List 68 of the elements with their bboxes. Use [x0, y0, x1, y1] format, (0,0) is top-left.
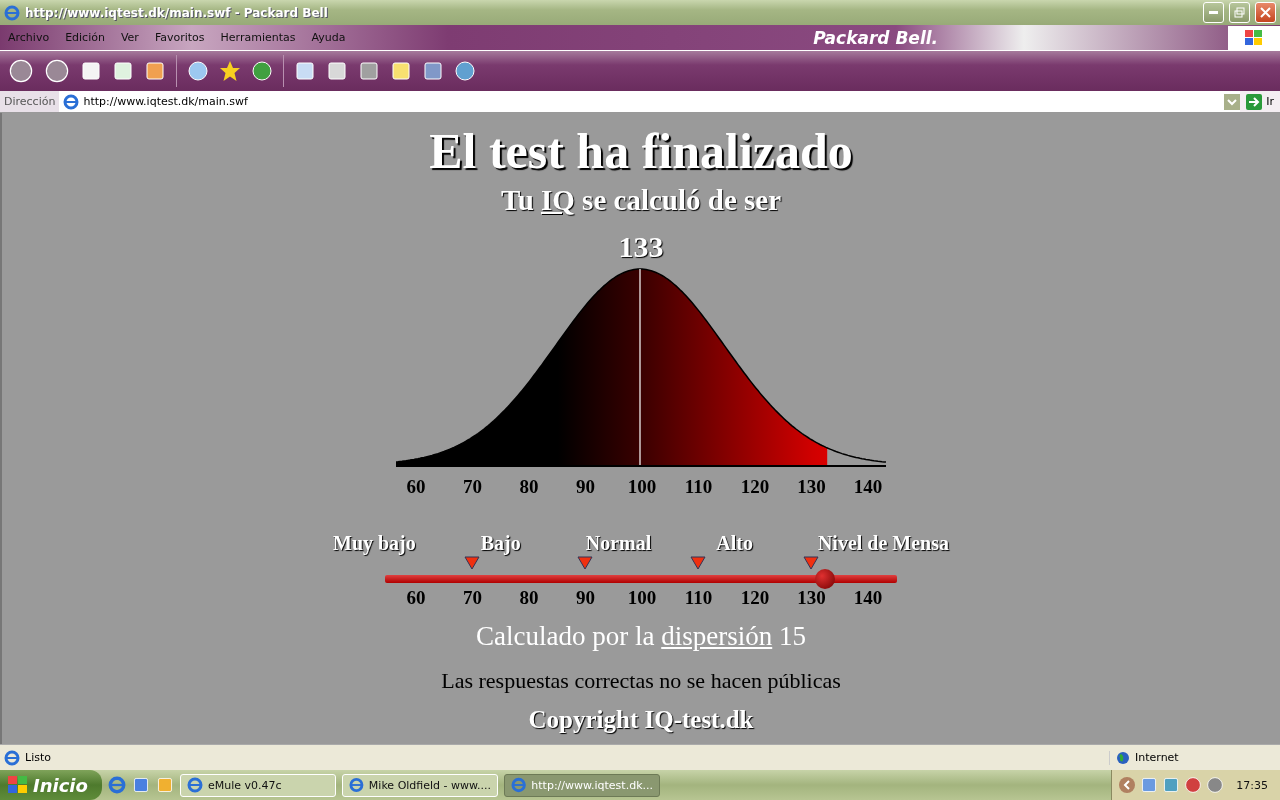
axis-tick-label: 120	[740, 476, 770, 498]
axis-tick-label: 90	[576, 587, 595, 609]
app-icon	[511, 777, 527, 793]
category-label: Normal	[585, 532, 652, 555]
zone-text: Internet	[1135, 751, 1179, 764]
address-field[interactable]: http://www.iqtest.dk/main.swf	[59, 91, 1225, 112]
taskbar-button[interactable]: http://www.iqtest.dk...	[504, 773, 660, 797]
category-label: Bajo	[480, 532, 521, 555]
category-label: Nivel de Mensa	[817, 532, 949, 555]
dispersion-text: Calculado por la dispersión 15	[476, 621, 806, 652]
category-label: Alto	[716, 532, 753, 555]
axis-tick-label: 70	[463, 587, 482, 609]
window-title: http://www.iqtest.dk/main.swf - Packard Bell	[25, 5, 329, 20]
axis-tick-label: 60	[406, 587, 426, 609]
app-icon	[349, 777, 364, 793]
close-button[interactable]	[1255, 2, 1276, 23]
menu-item[interactable]: Favoritos	[146, 31, 213, 44]
windows-flag-icon	[8, 776, 28, 794]
copyright-text: Copyright IQ-test.dk	[528, 706, 754, 734]
axis-tick-label: 80	[519, 476, 539, 498]
axis-tick-label: 140	[853, 476, 883, 498]
menu-item[interactable]: Edición	[57, 31, 113, 44]
axis-tick-label: 130	[797, 476, 826, 498]
menu-item[interactable]: Ver	[112, 31, 147, 44]
axis-tick-label: 70	[463, 476, 482, 498]
axis-tick-label: 140	[853, 587, 883, 609]
axis-tick-label: 120	[740, 587, 770, 609]
note-text: Las respuestas correctas no se hacen públicas	[441, 668, 841, 694]
page-icon	[4, 749, 20, 766]
arrow-icon	[1246, 93, 1263, 110]
page-icon	[63, 93, 80, 110]
axis-tick-label: 110	[684, 587, 713, 609]
category-label: Muy bajo	[333, 532, 416, 555]
status-text: Listo	[25, 751, 52, 764]
browser-icon	[4, 4, 20, 21]
minimize-button[interactable]	[1203, 2, 1224, 23]
star-icon[interactable]	[219, 60, 241, 82]
subtitle-text: Tu IQ se calculó de ser	[500, 183, 782, 217]
axis-tick-label: 100	[627, 476, 657, 498]
taskbar-button[interactable]: Mike Oldfield - www....	[342, 773, 498, 797]
app-icon	[187, 777, 203, 793]
restore-button[interactable]	[1229, 2, 1250, 23]
taskbar-button[interactable]: eMule v0.47c	[180, 773, 336, 797]
page-title: El test ha finalizado	[429, 122, 853, 181]
chevron-icon[interactable]	[1118, 776, 1137, 794]
windows-flag-icon	[1245, 29, 1263, 46]
axis-tick-label: 60	[406, 476, 426, 498]
triangle-marker-icon	[803, 556, 819, 570]
restore-icon	[1234, 7, 1245, 18]
axis-tick-label: 80	[519, 587, 539, 609]
menu-item[interactable]: Ayuda	[303, 31, 354, 44]
clock-text: 17:35	[1236, 778, 1268, 792]
globe-icon	[1116, 750, 1130, 765]
brand-logo: Packard Bell.	[813, 27, 938, 48]
axis-tick-label: 90	[576, 476, 595, 498]
browser-icon	[108, 776, 126, 794]
triangle-marker-icon	[690, 556, 706, 570]
go-button[interactable]: Ir	[1240, 91, 1280, 112]
axis-tick-label: 100	[627, 587, 657, 609]
triangle-marker-icon	[464, 556, 480, 570]
axis-tick-label: 110	[684, 476, 713, 498]
close-icon	[1260, 7, 1271, 18]
axis-tick-label: 130	[797, 587, 826, 609]
address-label: Dirección	[0, 91, 60, 112]
triangle-marker-icon	[577, 556, 593, 570]
menu-item[interactable]: Herramientas	[212, 31, 304, 44]
start-button[interactable]: Inicio	[0, 770, 102, 800]
minimize-icon	[1209, 11, 1218, 14]
